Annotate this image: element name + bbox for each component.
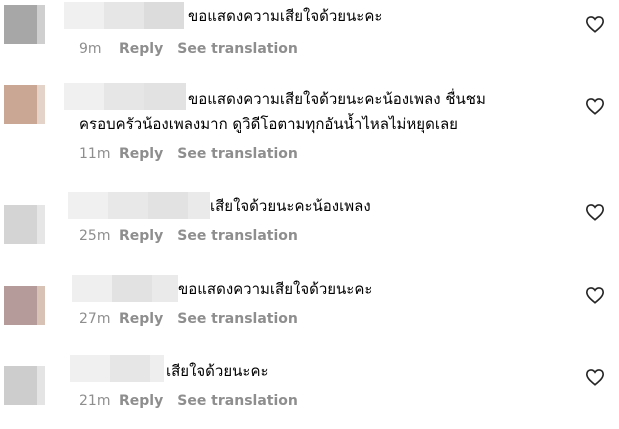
- heart-outline-icon[interactable]: [585, 368, 605, 386]
- comment-meta: 21m Reply See translation: [79, 393, 298, 409]
- reply-button[interactable]: Reply: [119, 146, 163, 162]
- avatar[interactable]: [4, 286, 45, 325]
- comment-text: ขอแสดงความเสียใจด้วยนะคะ: [188, 7, 383, 25]
- comment-time: 25m: [79, 228, 111, 244]
- avatar[interactable]: [4, 85, 45, 124]
- see-translation-button[interactable]: See translation: [177, 393, 298, 409]
- comment-text: ขอแสดงความเสียใจด้วยนะคะน้องเพลง ชื่นชม: [188, 90, 486, 108]
- comment-meta: 11m Reply See translation: [79, 146, 298, 162]
- reply-button[interactable]: Reply: [119, 228, 163, 244]
- heart-outline-icon[interactable]: [585, 97, 605, 115]
- comment-meta: 9m Reply See translation: [79, 41, 298, 57]
- comment-time: 27m: [79, 311, 111, 327]
- see-translation-button[interactable]: See translation: [177, 311, 298, 327]
- see-translation-button[interactable]: See translation: [177, 41, 298, 57]
- avatar[interactable]: [4, 366, 45, 405]
- reply-button[interactable]: Reply: [119, 311, 163, 327]
- comment-meta: 27m Reply See translation: [79, 311, 298, 327]
- comment-text-line2: ครอบครัวน้องเพลงมาก ดูวิดีโอตามทุกอันน้ำ…: [79, 115, 458, 133]
- comment-text: เสียใจด้วยนะคะน้องเพลง: [210, 197, 371, 215]
- comment-time: 9m: [79, 41, 102, 57]
- comment-meta: 25m Reply See translation: [79, 228, 298, 244]
- see-translation-button[interactable]: See translation: [177, 228, 298, 244]
- username-blurred[interactable]: [72, 275, 178, 302]
- see-translation-button[interactable]: See translation: [177, 146, 298, 162]
- reply-button[interactable]: Reply: [119, 41, 163, 57]
- heart-outline-icon[interactable]: [585, 15, 605, 33]
- username-blurred[interactable]: [70, 355, 164, 382]
- comment-text: ขอแสดงความเสียใจด้วยนะคะ: [178, 280, 373, 298]
- username-blurred[interactable]: [64, 83, 186, 110]
- avatar[interactable]: [4, 5, 45, 44]
- comment-text: เสียใจด้วยนะคะ: [166, 362, 269, 380]
- comment-time: 11m: [79, 146, 111, 162]
- reply-button[interactable]: Reply: [119, 393, 163, 409]
- username-blurred[interactable]: [64, 2, 184, 29]
- avatar[interactable]: [4, 205, 45, 244]
- heart-outline-icon[interactable]: [585, 203, 605, 221]
- username-blurred[interactable]: [68, 192, 210, 219]
- comment-time: 21m: [79, 393, 111, 409]
- heart-outline-icon[interactable]: [585, 286, 605, 304]
